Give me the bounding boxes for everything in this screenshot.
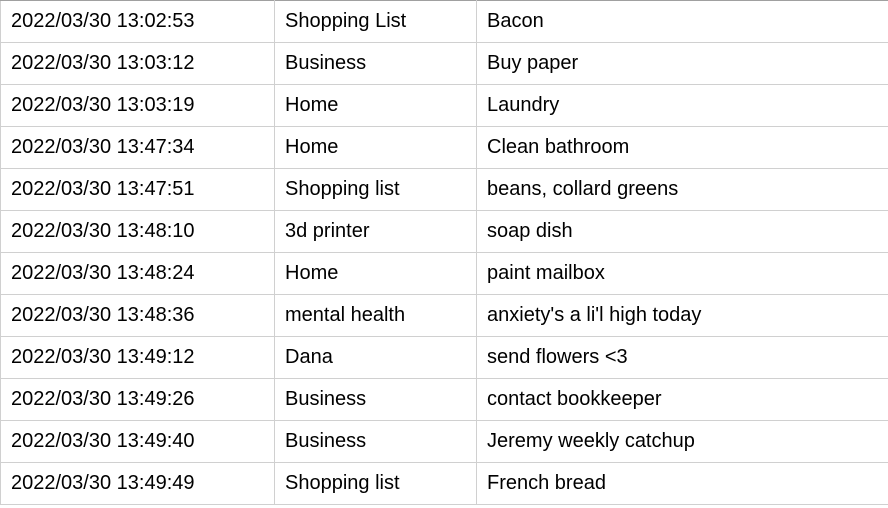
table-row[interactable]: 2022/03/30 13:48:36 mental health anxiet… [1, 295, 888, 337]
cell-timestamp[interactable]: 2022/03/30 13:47:51 [1, 169, 275, 211]
cell-timestamp[interactable]: 2022/03/30 13:49:26 [1, 379, 275, 421]
cell-timestamp[interactable]: 2022/03/30 13:49:12 [1, 337, 275, 379]
cell-timestamp[interactable]: 2022/03/30 13:48:10 [1, 211, 275, 253]
cell-category[interactable]: Shopping list [275, 169, 477, 211]
cell-category[interactable]: Home [275, 127, 477, 169]
cell-item[interactable]: soap dish [477, 211, 888, 253]
table-row[interactable]: 2022/03/30 13:49:12 Dana send flowers <3 [1, 337, 888, 379]
table-row[interactable]: 2022/03/30 13:49:49 Shopping list French… [1, 463, 888, 505]
cell-item[interactable]: beans, collard greens [477, 169, 888, 211]
cell-item[interactable]: contact bookkeeper [477, 379, 888, 421]
cell-timestamp[interactable]: 2022/03/30 13:48:36 [1, 295, 275, 337]
cell-item[interactable]: Laundry [477, 85, 888, 127]
cell-timestamp[interactable]: 2022/03/30 13:49:40 [1, 421, 275, 463]
cell-category[interactable]: Business [275, 379, 477, 421]
cell-category[interactable]: Home [275, 85, 477, 127]
cell-category[interactable]: 3d printer [275, 211, 477, 253]
cell-timestamp[interactable]: 2022/03/30 13:48:24 [1, 253, 275, 295]
cell-timestamp[interactable]: 2022/03/30 13:03:19 [1, 85, 275, 127]
cell-category[interactable]: Home [275, 253, 477, 295]
cell-item[interactable]: paint mailbox [477, 253, 888, 295]
cell-category[interactable]: Dana [275, 337, 477, 379]
table-row[interactable]: 2022/03/30 13:49:40 Business Jeremy week… [1, 421, 888, 463]
cell-timestamp[interactable]: 2022/03/30 13:47:34 [1, 127, 275, 169]
cell-category[interactable]: Shopping list [275, 463, 477, 505]
cell-timestamp[interactable]: 2022/03/30 13:49:49 [1, 463, 275, 505]
cell-timestamp[interactable]: 2022/03/30 13:03:12 [1, 43, 275, 85]
cell-timestamp[interactable]: 2022/03/30 13:02:53 [1, 1, 275, 43]
table-row[interactable]: 2022/03/30 13:02:53 Shopping List Bacon [1, 1, 888, 43]
cell-item[interactable]: French bread [477, 463, 888, 505]
cell-item[interactable]: anxiety's a li'l high today [477, 295, 888, 337]
cell-category[interactable]: Business [275, 421, 477, 463]
table-row[interactable]: 2022/03/30 13:03:12 Business Buy paper [1, 43, 888, 85]
table-row[interactable]: 2022/03/30 13:49:26 Business contact boo… [1, 379, 888, 421]
table-row[interactable]: 2022/03/30 13:48:24 Home paint mailbox [1, 253, 888, 295]
cell-category[interactable]: mental health [275, 295, 477, 337]
cell-item[interactable]: send flowers <3 [477, 337, 888, 379]
table-row[interactable]: 2022/03/30 13:47:34 Home Clean bathroom [1, 127, 888, 169]
cell-item[interactable]: Jeremy weekly catchup [477, 421, 888, 463]
table-row[interactable]: 2022/03/30 13:47:51 Shopping list beans,… [1, 169, 888, 211]
table-row[interactable]: 2022/03/30 13:48:10 3d printer soap dish [1, 211, 888, 253]
cell-item[interactable]: Clean bathroom [477, 127, 888, 169]
cell-item[interactable]: Buy paper [477, 43, 888, 85]
cell-category[interactable]: Business [275, 43, 477, 85]
cell-category[interactable]: Shopping List [275, 1, 477, 43]
notes-table: 2022/03/30 13:02:53 Shopping List Bacon … [0, 0, 888, 505]
table-row[interactable]: 2022/03/30 13:03:19 Home Laundry [1, 85, 888, 127]
cell-item[interactable]: Bacon [477, 1, 888, 43]
